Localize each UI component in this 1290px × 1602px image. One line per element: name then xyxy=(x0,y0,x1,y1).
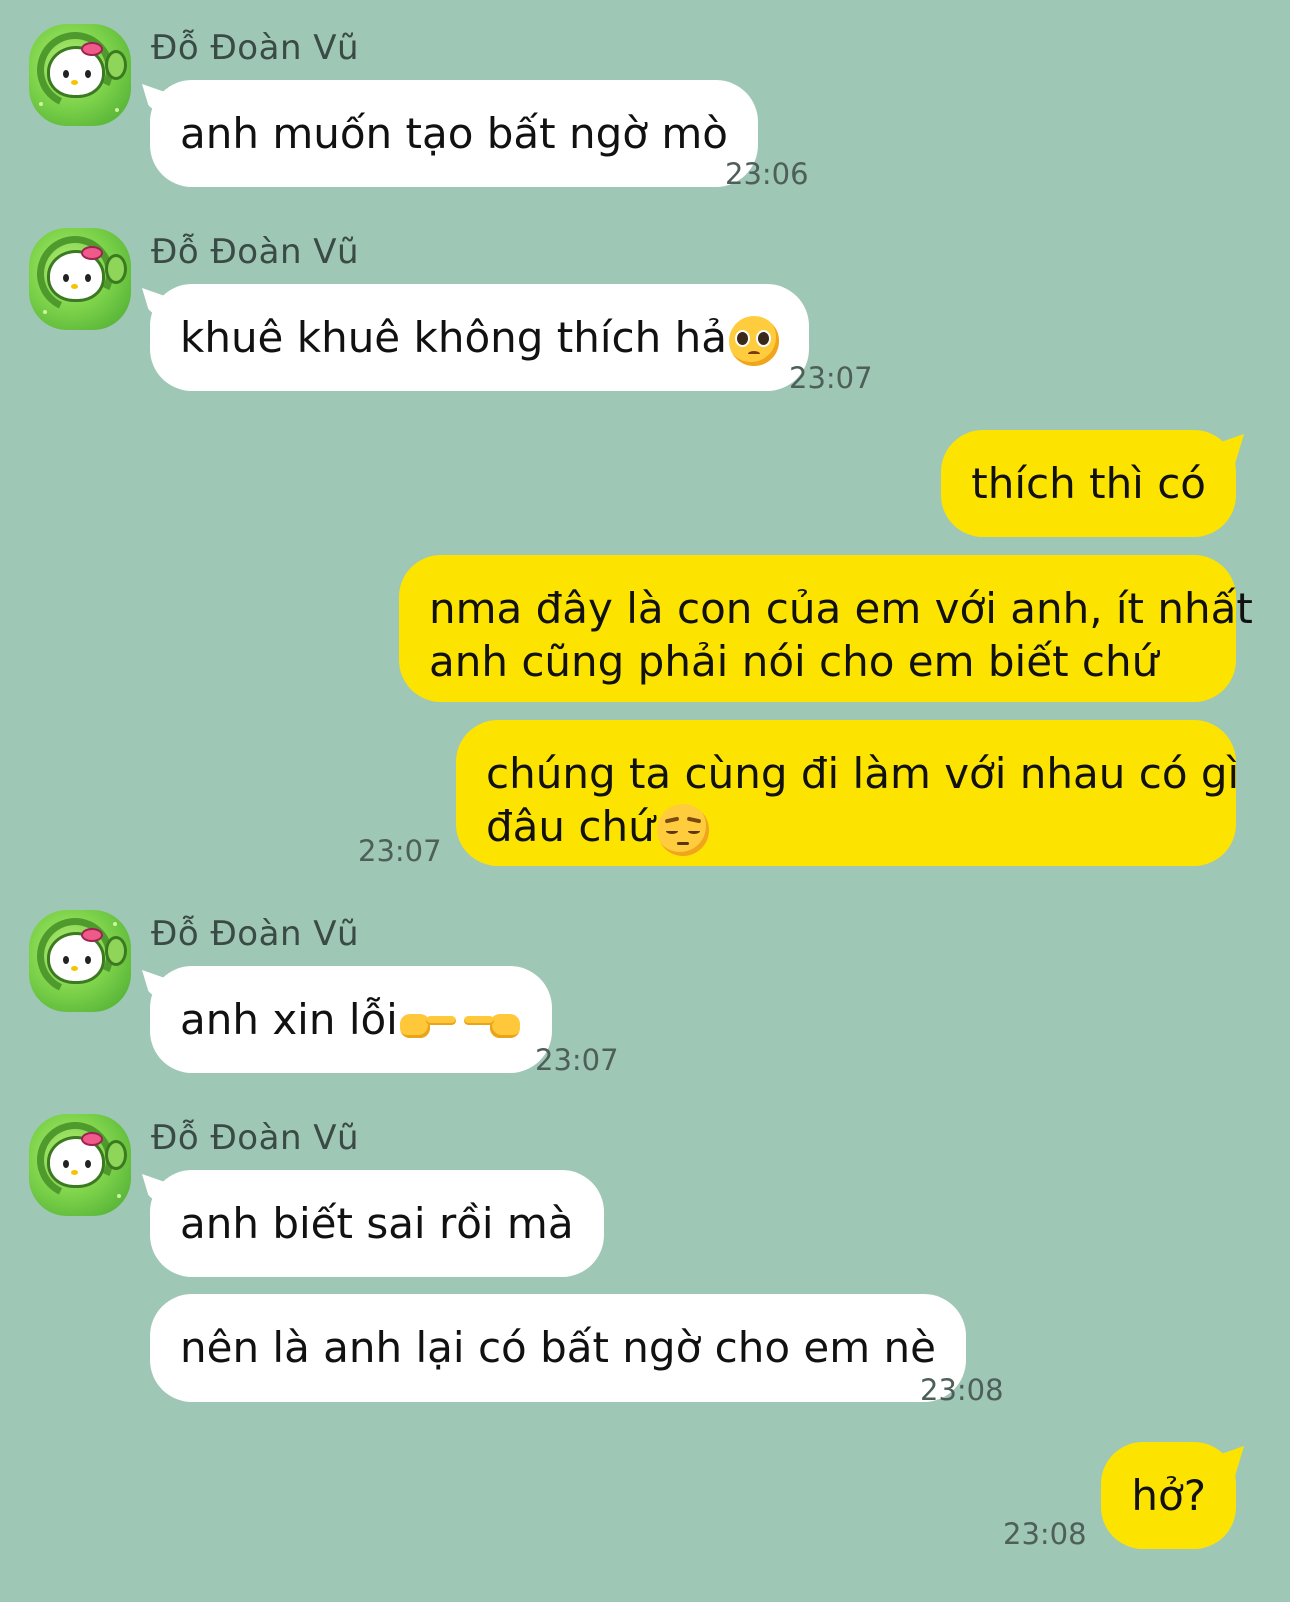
avatar-sparkle xyxy=(117,1194,121,1198)
message-bubble-incoming[interactable]: nên là anh lại có bất ngờ cho em nè xyxy=(150,1294,966,1402)
message-timestamp: 23:08 xyxy=(920,1373,1004,1407)
message-bubble-incoming[interactable]: anh biết sai rồi mà xyxy=(150,1170,604,1277)
avatar-leaf xyxy=(105,254,127,284)
avatar-bow xyxy=(81,928,103,942)
message-timestamp: 23:07 xyxy=(535,1043,619,1077)
sender-name: Đỗ Đoàn Vũ xyxy=(151,232,360,272)
message-bubble-outgoing[interactable]: hở? xyxy=(1101,1442,1236,1549)
message-text-line: nma đây là con của em với anh, ít nhất xyxy=(429,584,1253,633)
message-timestamp: 23:07 xyxy=(358,834,442,868)
pointing-fingers-emoji xyxy=(462,1006,520,1040)
pensive-face-emoji xyxy=(656,803,709,856)
avatar-eye xyxy=(85,274,91,282)
message-timestamp: 23:07 xyxy=(789,361,873,395)
avatar-leaf xyxy=(105,1140,127,1170)
message-text: khuê khuê không thích hả xyxy=(180,313,727,362)
avatar-bow xyxy=(81,246,103,260)
avatar-nose xyxy=(71,80,78,85)
message-text: thích thì có xyxy=(971,459,1206,508)
message-bubble-outgoing[interactable]: chúng ta cùng đi làm với nhau có gì đâu … xyxy=(456,720,1240,866)
message-text: hở? xyxy=(1131,1471,1206,1520)
message-text-line: đâu chứ xyxy=(486,802,655,851)
message-bubble-outgoing[interactable]: thích thì có xyxy=(941,430,1236,537)
pointing-fingers-emoji xyxy=(399,1006,458,1040)
avatar-sparkle xyxy=(43,310,47,314)
message-text-line: chúng ta cùng đi làm với nhau có gì xyxy=(486,749,1240,798)
avatar-sparkle xyxy=(113,922,117,926)
avatar-eye xyxy=(85,1160,91,1168)
message-bubble-incoming[interactable]: khuê khuê không thích hả xyxy=(150,284,809,391)
avatar-sparkle xyxy=(39,102,43,106)
contact-avatar[interactable] xyxy=(29,1114,131,1216)
avatar-eye xyxy=(63,70,69,78)
pleading-face-emoji xyxy=(728,315,779,366)
avatar-sparkle xyxy=(115,108,119,112)
avatar-nose xyxy=(71,284,78,289)
message-text-line-with-emoji: đâu chứ xyxy=(486,800,1206,856)
avatar-eye xyxy=(85,70,91,78)
avatar-leaf xyxy=(105,936,127,966)
message-text-line: anh cũng phải nói cho em biết chứ xyxy=(429,637,1159,686)
contact-avatar[interactable] xyxy=(29,910,131,1012)
message-bubble-incoming[interactable]: anh xin lỗi xyxy=(150,966,552,1073)
contact-avatar[interactable] xyxy=(29,228,131,330)
contact-avatar[interactable] xyxy=(29,24,131,126)
avatar-eye xyxy=(85,956,91,964)
avatar-leaf xyxy=(105,50,127,80)
message-text: anh muốn tạo bất ngờ mò xyxy=(180,109,728,158)
message-bubble-outgoing[interactable]: nma đây là con của em với anh, ít nhất a… xyxy=(399,555,1253,702)
message-timestamp: 23:06 xyxy=(725,157,809,191)
message-text: nên là anh lại có bất ngờ cho em nè xyxy=(180,1323,936,1372)
avatar-eye xyxy=(63,1160,69,1168)
message-timestamp: 23:08 xyxy=(1003,1517,1087,1551)
message-text: anh biết sai rồi mà xyxy=(180,1199,574,1248)
sender-name: Đỗ Đoàn Vũ xyxy=(151,1118,360,1158)
avatar-bow xyxy=(81,1132,103,1146)
sender-name: Đỗ Đoàn Vũ xyxy=(151,28,360,68)
sender-name: Đỗ Đoàn Vũ xyxy=(151,914,360,954)
avatar-nose xyxy=(71,966,78,971)
avatar-nose xyxy=(71,1170,78,1175)
avatar-eye xyxy=(63,274,69,282)
chat-thread: Đỗ Đoàn Vũ anh muốn tạo bất ngờ mò 23:06… xyxy=(0,0,1290,1602)
avatar-eye xyxy=(63,956,69,964)
avatar-bow xyxy=(81,42,103,56)
message-bubble-incoming[interactable]: anh muốn tạo bất ngờ mò xyxy=(150,80,758,187)
message-text: anh xin lỗi xyxy=(180,995,398,1044)
